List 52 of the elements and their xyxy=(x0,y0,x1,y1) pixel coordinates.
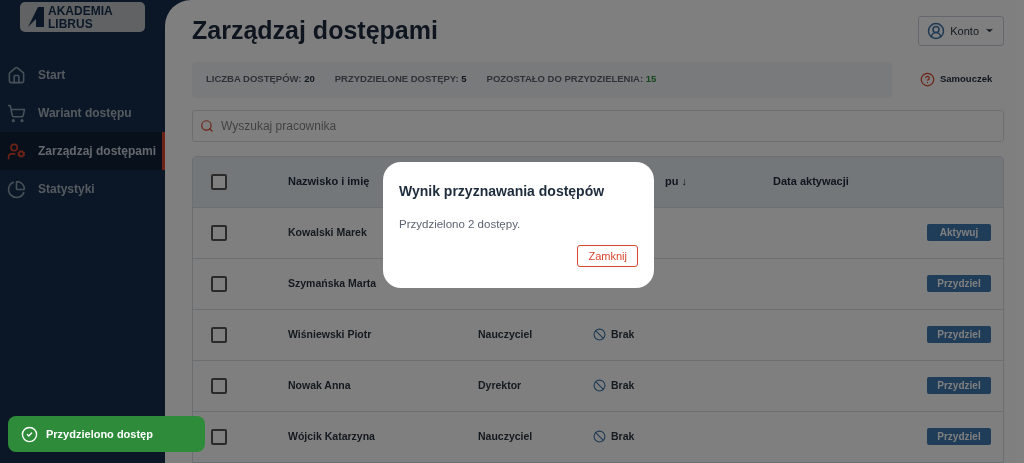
search-icon xyxy=(200,118,214,133)
logo-mark-icon xyxy=(26,7,44,27)
table-cell: Nowak Anna xyxy=(288,378,351,391)
table-cell: Nauczyciel xyxy=(478,429,533,442)
ban-icon xyxy=(593,430,606,443)
ban-icon xyxy=(593,379,606,392)
stat-text: PRZYDZIELONE DOSTĘPY: 5 xyxy=(334,72,467,87)
status-text: Brak xyxy=(611,326,635,342)
page-title: Zarządzaj dostępami xyxy=(192,15,438,46)
table-cell: Nauczyciel xyxy=(478,327,533,340)
checkbox[interactable] xyxy=(211,377,227,394)
pie-chart-icon xyxy=(7,179,26,199)
checkbox[interactable] xyxy=(211,326,227,343)
close-button[interactable]: Zamknij xyxy=(577,245,638,268)
action-button[interactable]: Przydziel xyxy=(927,275,991,292)
action-button[interactable]: Przydziel xyxy=(927,326,991,343)
user-gear-icon xyxy=(7,141,26,161)
column-header[interactable]: Data aktywacji xyxy=(773,173,849,190)
stat-text: LICZBA DOSTĘPÓW: 20 xyxy=(206,72,315,87)
status-text: Brak xyxy=(611,377,635,393)
table-cell: Dyrektor xyxy=(478,378,522,391)
action-button[interactable]: Przydziel xyxy=(927,428,991,445)
search-field[interactable]: Wyszukaj pracownika xyxy=(192,109,1004,142)
help-icon xyxy=(920,72,935,87)
logo-text: LIBRUS xyxy=(48,17,94,30)
action-button[interactable]: Aktywuj xyxy=(927,224,991,241)
user-icon xyxy=(927,21,946,40)
table-cell: Wójcik Katarzyna xyxy=(288,429,375,442)
table-cell: Szymańska Marta xyxy=(288,276,377,289)
status-text: Brak xyxy=(611,428,635,444)
toast-message: Przydzielono dostęp xyxy=(46,426,153,442)
dialog-message: Przydzielono 2 dostępy. xyxy=(399,217,522,232)
sidebar-item[interactable]: Wariant dostępu xyxy=(0,94,165,132)
check-circle-icon xyxy=(21,425,38,443)
account-button[interactable]: Konto xyxy=(918,15,1004,46)
sidebar-item[interactable]: Statystyki xyxy=(0,170,165,208)
home-icon xyxy=(7,65,26,85)
table-cell: Kowalski Marek xyxy=(288,225,367,238)
action-button[interactable]: Przydziel xyxy=(927,377,991,394)
checkbox[interactable] xyxy=(211,275,227,292)
cart-icon xyxy=(7,103,26,123)
dialog-title: Wynik przyznawania dostępów xyxy=(399,182,606,201)
stat-text: POZOSTAŁO DO PRZYDZIELENIA: 15 xyxy=(486,72,657,87)
sidebar-item[interactable]: Start xyxy=(0,56,165,94)
checkbox[interactable] xyxy=(211,173,227,190)
tutorial-link[interactable]: Samouczek xyxy=(920,72,993,87)
checkbox[interactable] xyxy=(211,428,227,445)
logo-text: AKADEMIA xyxy=(48,4,113,17)
table-cell: Wiśniewski Piotr xyxy=(288,327,372,340)
checkbox[interactable] xyxy=(211,224,227,241)
ban-icon xyxy=(593,328,606,341)
sidebar-item[interactable]: Zarządzaj dostępami xyxy=(0,132,165,170)
